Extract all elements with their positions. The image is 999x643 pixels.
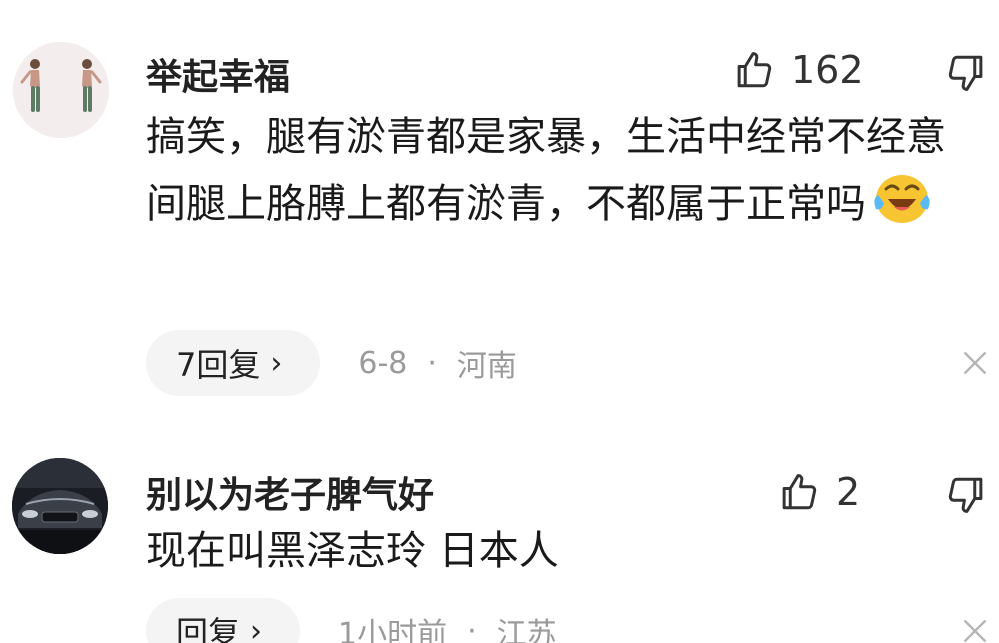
avatar[interactable]: [12, 458, 108, 554]
comment-text: 搞笑，腿有淤青都是家暴，生活中经常不经意间腿上胳膊上都有淤青，不都属于正常吗: [146, 105, 976, 236]
reply-label: 7回复: [176, 346, 261, 384]
avatar-image: [13, 42, 109, 138]
username[interactable]: 别以为老子脾气好: [146, 466, 434, 518]
like-count: 2: [836, 470, 861, 514]
comment-meta: 回复 › 1小时前 · 江苏: [146, 598, 557, 643]
like-button[interactable]: 2: [778, 470, 860, 514]
comment-time: 1小时前: [338, 617, 448, 643]
comment-meta: 7回复 › 6-8 · 河南: [146, 330, 517, 396]
username[interactable]: 举起幸福: [146, 48, 290, 100]
avatar-image: [12, 458, 108, 554]
thumbs-down-icon[interactable]: [945, 52, 987, 94]
close-icon[interactable]: [962, 350, 988, 376]
reply-label: 回复: [176, 614, 241, 643]
comment-location: 河南: [456, 349, 517, 384]
separator: ·: [427, 345, 437, 381]
comment-item: 举起幸福 162 搞笑，腿有淤青都是家暴，生活中经常不经意间腿上胳膊上都有淤青，…: [0, 0, 999, 430]
separator: ·: [467, 613, 477, 643]
thumbs-down-icon[interactable]: [945, 474, 987, 516]
comment-list: 举起幸福 162 搞笑，腿有淤青都是家暴，生活中经常不经意间腿上胳膊上都有淤青，…: [0, 0, 999, 643]
comment-item: 别以为老子脾气好 2 现在叫黑泽志玲 日本人 回复 › 1小时前 · 江苏: [0, 430, 999, 643]
close-icon[interactable]: [962, 618, 988, 643]
comment-body: 搞笑，腿有淤青都是家暴，生活中经常不经意间腿上胳膊上都有淤青，不都属于正常吗: [146, 114, 946, 227]
like-button[interactable]: 162: [733, 48, 864, 92]
comment-time: 6-8: [358, 345, 408, 381]
chevron-right-icon: ›: [270, 345, 283, 381]
chevron-right-icon: ›: [250, 613, 263, 643]
reply-button[interactable]: 回复 ›: [146, 598, 301, 643]
comment-text: 现在叫黑泽志玲 日本人: [146, 528, 559, 574]
laughing-crying-emoji-icon: [874, 175, 930, 223]
avatar[interactable]: [13, 42, 109, 138]
thumbs-up-icon: [737, 52, 772, 88]
comment-location: 江苏: [496, 617, 557, 643]
reply-button[interactable]: 7回复 ›: [146, 330, 321, 396]
like-count: 162: [791, 48, 864, 92]
thumbs-up-icon: [782, 474, 817, 510]
